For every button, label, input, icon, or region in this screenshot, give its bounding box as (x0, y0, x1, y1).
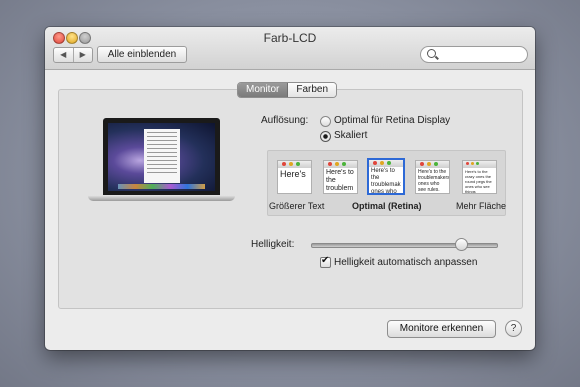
laptop-base (88, 195, 235, 201)
radio-scaled-label[interactable]: Skaliert (334, 130, 367, 141)
caption-larger-text: Größerer Text (269, 201, 325, 211)
forward-button[interactable]: ▶ (74, 48, 93, 62)
preferences-window: Farb-LCD ◀ ▶ Alle einblenden Monitor Far… (45, 27, 535, 350)
radio-optimal-retina[interactable] (320, 116, 331, 127)
brightness-label: Helligkeit: (251, 239, 295, 250)
search-input[interactable] (420, 46, 528, 63)
detect-displays-button[interactable]: Monitore erkennen (387, 320, 496, 338)
auto-brightness-label[interactable]: Helligkeit automatisch anpassen (334, 257, 477, 268)
resolution-label: Auflösung: (261, 115, 309, 126)
scale-option-optimal-retina[interactable]: Here's to the troublemak ones who (367, 158, 405, 195)
back-button[interactable]: ◀ (54, 48, 74, 62)
tab-farben[interactable]: Farben (288, 83, 337, 97)
laptop-screen (103, 118, 220, 195)
resolution-picker: Here's Here's to the troublem Here's to … (267, 150, 506, 216)
brightness-slider-track[interactable] (311, 243, 498, 248)
scale-option-2[interactable]: Here's to the troublem (323, 160, 358, 194)
auto-brightness-checkbox[interactable] (320, 255, 331, 268)
scale-option-more-space[interactable]: Here's to the crazy ones the round pegs … (462, 160, 497, 194)
tab-bar: Monitor Farben (237, 82, 338, 98)
help-button[interactable]: ? (505, 320, 522, 337)
tab-monitor[interactable]: Monitor (238, 83, 289, 97)
window-title: Farb-LCD (263, 31, 317, 45)
search-icon (427, 49, 436, 58)
back-forward-control: ◀ ▶ (53, 47, 93, 63)
radio-optimal-retina-label[interactable]: Optimal für Retina Display (334, 115, 450, 126)
brightness-slider-knob[interactable] (455, 238, 468, 251)
document-window (144, 129, 180, 183)
radio-scaled[interactable] (320, 131, 331, 142)
desktop-wallpaper (108, 123, 215, 191)
title-bar: Farb-LCD ◀ ▶ Alle einblenden (45, 27, 535, 70)
dock (118, 184, 205, 189)
caption-optimal-retina: Optimal (Retina) (352, 201, 422, 211)
show-all-button[interactable]: Alle einblenden (97, 46, 187, 63)
caption-more-space: Mehr Fläche (456, 201, 507, 211)
scale-option-4[interactable]: Here's to the troublemakers ones who see… (415, 160, 450, 194)
scale-option-larger-text[interactable]: Here's (277, 160, 312, 194)
